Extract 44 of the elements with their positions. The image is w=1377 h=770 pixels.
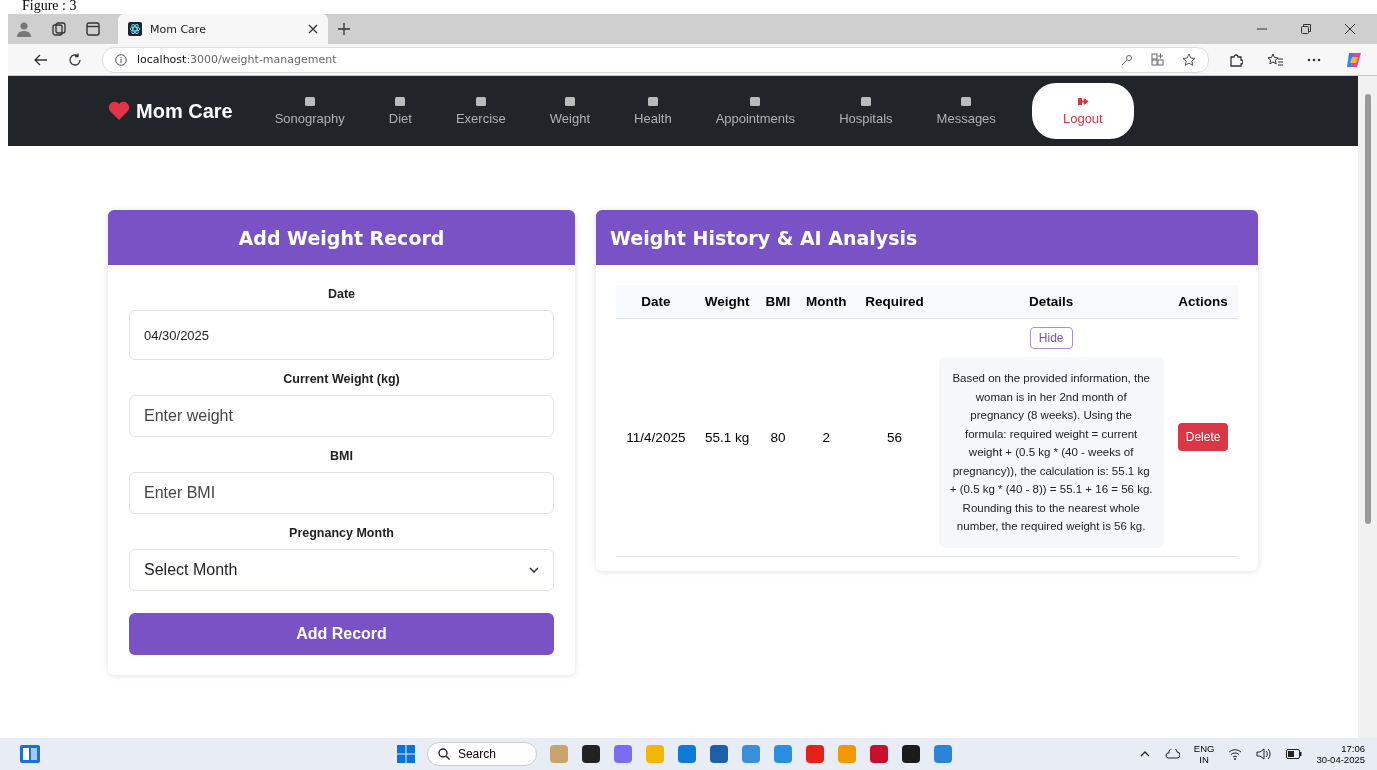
add-record-button[interactable]: Add Record <box>129 613 554 655</box>
nav-link[interactable]: Appointments <box>695 96 820 126</box>
table-cell: 80 <box>758 318 798 556</box>
browser-tab[interactable]: Mom Care <box>118 14 328 44</box>
nav-link[interactable]: Messages <box>916 96 1020 126</box>
taskbar-search-field[interactable]: Search <box>426 742 537 766</box>
table-cell: 2 <box>797 318 856 556</box>
column-header: Weight <box>695 285 759 319</box>
input-field[interactable]: Enter BMI <box>129 472 554 514</box>
input-field[interactable]: Enter weight <box>129 395 554 437</box>
field-label: BMI <box>329 449 354 463</box>
column-header: Details <box>934 285 1169 319</box>
brand-name[interactable]: Mom Care <box>136 99 233 123</box>
nav-link[interactable]: Sonography <box>254 96 369 126</box>
nav-link[interactable]: Exercise <box>435 96 530 126</box>
table-cell: 56 <box>855 318 935 556</box>
select-field[interactable]: Select Month <box>129 549 554 591</box>
figure-caption: Figure : 3 <box>21 0 78 14</box>
table-cell: 55.1 kg <box>695 318 759 556</box>
nav-link[interactable]: Hospitals <box>819 96 917 126</box>
logout-button[interactable]: Logout <box>1031 83 1134 139</box>
toggle-details-button[interactable]: Hide <box>1029 327 1073 349</box>
table-cell: 11/4/2025 <box>616 318 696 556</box>
clock-date[interactable]: 30-04-2025 <box>1316 754 1365 765</box>
delete-button[interactable]: Delete <box>1177 423 1229 452</box>
field-label: Date <box>326 287 357 301</box>
language-label[interactable]: ENG <box>1193 743 1215 754</box>
field-label: Current Weight (kg) <box>282 372 401 386</box>
column-header: Actions <box>1168 285 1238 319</box>
column-header: Month <box>797 285 856 319</box>
card-header: Weight History & AI Analysis <box>596 210 1258 265</box>
nav-link[interactable]: Health <box>614 96 696 126</box>
field-label: Pregnancy Month <box>288 526 395 540</box>
column-header: BMI <box>758 285 798 319</box>
address-field[interactable]: localhost:3000/weight-management <box>102 46 1209 73</box>
input-field[interactable]: 04/30/2025 <box>129 310 554 360</box>
region-label[interactable]: IN <box>1199 754 1209 765</box>
column-header: Required <box>855 285 935 319</box>
analysis-text: Based on the provided information, the woman is in her 2nd month of pregnancy (8 weeks). Using the formula: required weight = current weight + (0.5 kg * (40 - weeks of pregnancy)), the calculation is: 55.1 kg + (0.5 kg * (40 - 8)) = 55.1 + 16 = 56 kg. Rounding this to the nearest whole number, the required weight is 56 kg. <box>938 357 1164 548</box>
clock-time[interactable]: 17:06 <box>1341 743 1365 754</box>
card-header: Add Weight Record <box>108 210 575 265</box>
nav-link[interactable]: Diet <box>368 96 436 126</box>
column-header: Date <box>616 285 696 319</box>
nav-link[interactable]: Weight <box>529 96 615 126</box>
